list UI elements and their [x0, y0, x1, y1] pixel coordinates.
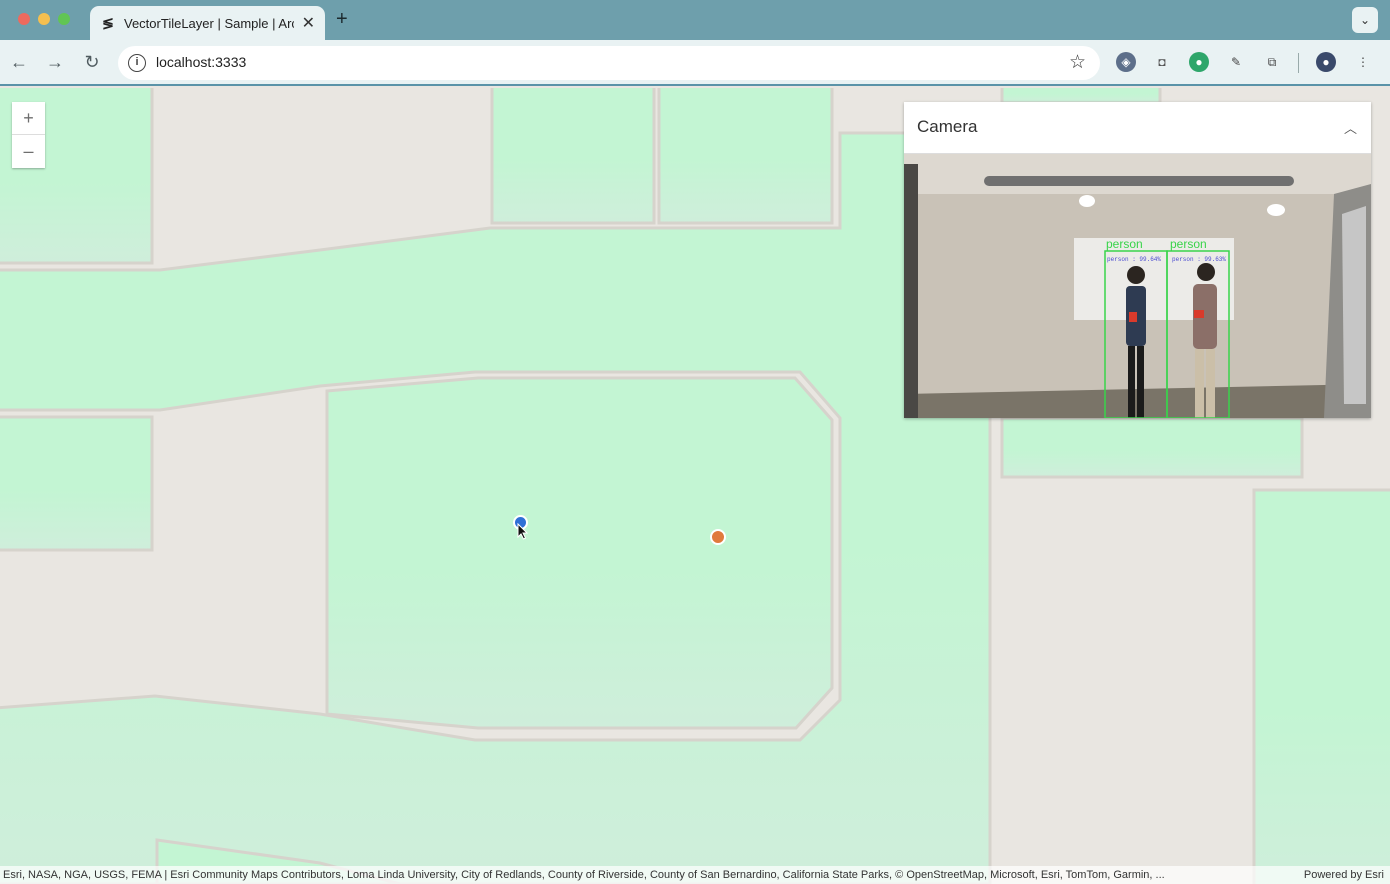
tab-close-icon[interactable]: ✕ [302, 13, 315, 33]
reload-icon[interactable]: ↻ [81, 51, 103, 73]
bookmark-star-icon[interactable]: ☆ [1069, 51, 1086, 74]
camera-panel-header[interactable]: Camera ︿ [904, 102, 1371, 154]
zoom-control: + – [12, 102, 45, 168]
arcgis-favicon-icon: ≶ [102, 15, 114, 31]
detection-label: person [1106, 237, 1143, 251]
extension-pen-icon[interactable]: ✎ [1226, 52, 1246, 72]
profile-avatar[interactable]: ● [1316, 52, 1336, 72]
zoom-out-button[interactable]: – [12, 135, 45, 168]
land-parcel [490, 88, 656, 225]
minimize-window-button[interactable] [38, 13, 50, 25]
toolbar-separator [1298, 53, 1299, 73]
collapse-chevron-icon[interactable]: ︿ [1344, 118, 1357, 137]
camera-video-feed: person person person : 99.64% person : 9… [904, 154, 1371, 418]
camera-panel-title: Camera [917, 117, 978, 136]
detection-score: person : 99.64% [1107, 256, 1161, 263]
camera-frame-image: person person person : 99.64% person : 9… [904, 154, 1371, 418]
land-parcel [1252, 488, 1390, 884]
close-window-button[interactable] [18, 13, 30, 25]
mouse-cursor-icon [517, 523, 529, 540]
browser-tab-bar: ≶ VectorTileLayer | Sample | ArcGIS ✕ + … [0, 0, 1390, 40]
browser-toolbar: ← → ↻ i localhost:3333 ☆ ◈ ◘ ● ✎ ⧉ ● ⋮ [0, 40, 1390, 86]
maximize-window-button[interactable] [58, 13, 70, 25]
powered-by-esri-link[interactable]: Powered by Esri [1304, 866, 1384, 884]
tab-title: VectorTileLayer | Sample | ArcGIS [124, 15, 294, 31]
extensions-puzzle-icon[interactable]: ⧉ [1262, 52, 1282, 72]
address-bar[interactable]: i localhost:3333 ☆ [118, 46, 1100, 80]
land-parcel [1000, 416, 1304, 479]
new-tab-button[interactable]: + [336, 8, 348, 31]
browser-menu-icon[interactable]: ⋮ [1353, 52, 1373, 72]
attribution-text: Esri, NASA, NGA, USGS, FEMA | Esri Commu… [3, 869, 1165, 881]
detection-label: person [1170, 237, 1207, 251]
detection-score: person : 99.63% [1172, 256, 1226, 263]
orange-point-marker[interactable] [710, 529, 726, 545]
forward-arrow-icon[interactable]: → [44, 51, 66, 73]
extension-camera-icon[interactable]: ◘ [1152, 52, 1172, 72]
camera-panel: Camera ︿ person person person: 99.64% p… [904, 102, 1371, 418]
land-parcel [657, 88, 834, 225]
land-parcel [1000, 88, 1162, 105]
map-view[interactable]: + – Camera ︿ person person person: 99.6… [0, 88, 1390, 884]
land-parcel [0, 415, 154, 552]
extension-green-icon[interactable]: ● [1189, 52, 1209, 72]
back-arrow-icon[interactable]: ← [8, 51, 30, 73]
map-attribution[interactable]: Esri, NASA, NGA, USGS, FEMA | Esri Commu… [0, 866, 1390, 884]
site-info-icon[interactable]: i [128, 54, 146, 72]
url-text[interactable]: localhost:3333 [156, 54, 246, 70]
extension-cursor-icon[interactable]: ◈ [1116, 52, 1136, 72]
tab-search-button[interactable]: ⌄ [1352, 7, 1378, 33]
browser-tab-active[interactable]: ≶ VectorTileLayer | Sample | ArcGIS ✕ [90, 6, 325, 40]
zoom-in-button[interactable]: + [12, 102, 45, 135]
land-block [325, 376, 834, 730]
